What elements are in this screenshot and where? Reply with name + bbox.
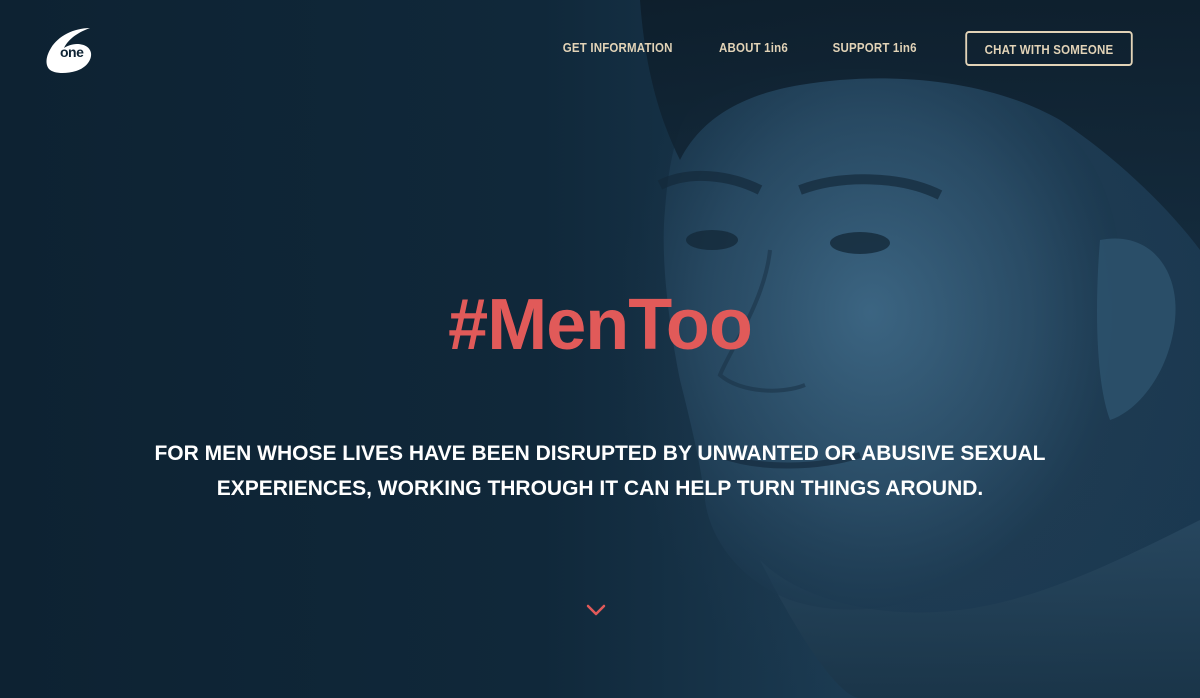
logo-text: one <box>60 44 84 60</box>
nav-get-information[interactable]: GET INFORMATION <box>563 41 673 55</box>
nav-about[interactable]: ABOUT 1in6 <box>719 41 788 55</box>
hero-section: one GET INFORMATION ABOUT 1in6 SUPPORT 1… <box>0 0 1200 698</box>
nav-support[interactable]: SUPPORT 1in6 <box>832 41 916 55</box>
chat-with-someone-button[interactable]: CHAT WITH SOMEONE <box>965 30 1133 66</box>
chevron-down-icon[interactable] <box>585 602 607 618</box>
hero-subhead: FOR MEN WHOSE LIVES HAVE BEEN DISRUPTED … <box>154 442 1046 500</box>
hero-headline: #MenToo <box>448 285 753 365</box>
main-nav: GET INFORMATION ABOUT 1in6 SUPPORT 1in6 … <box>558 0 1200 96</box>
